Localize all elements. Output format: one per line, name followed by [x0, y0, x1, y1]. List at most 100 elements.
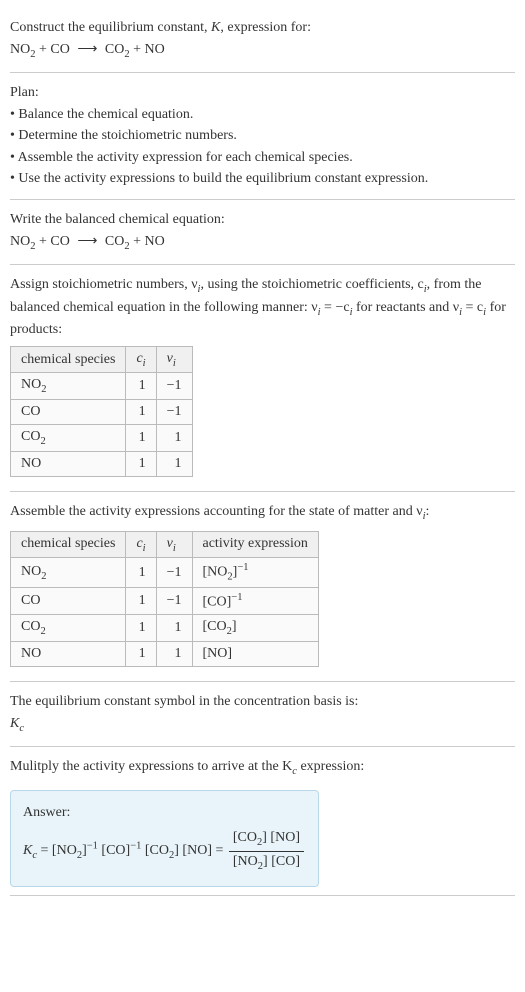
ao: [NO [203, 646, 228, 661]
balanced-heading: Write the balanced chemical equation: [10, 210, 515, 230]
cell-species: CO [11, 587, 126, 615]
cell-activity: [CO2] [192, 615, 318, 642]
cell-species: CO [11, 400, 126, 425]
cell-c: 1 [126, 452, 156, 477]
nao: [CO [233, 830, 257, 845]
product-1: CO [105, 42, 124, 57]
k-letter: K [10, 716, 19, 731]
vi-sub: i [173, 357, 176, 368]
cell-species: NO2 [11, 373, 126, 400]
plan-heading: Plan: [10, 83, 515, 103]
table-row: NO 1 1 [NO] [11, 642, 319, 667]
col-species: chemical species [11, 531, 126, 558]
cell-c: 1 [126, 558, 156, 587]
symbol-kc: Kc [10, 714, 515, 736]
table-header-row: chemical species ci νi activity expressi… [11, 531, 319, 558]
cell-activity: [NO] [192, 642, 318, 667]
ac: ] [227, 646, 232, 661]
stoich-table: chemical species ci νi NO2 1 −1 CO 1 −1 … [10, 346, 193, 477]
table-row: CO2 1 1 [11, 425, 193, 452]
plan-bullet-3: • Assemble the activity expression for e… [10, 148, 515, 168]
t4c: ] = [207, 844, 227, 859]
sp-sub: 2 [41, 384, 46, 395]
final-heading: Mulitply the activity expressions to arr… [10, 757, 515, 779]
cell-c: 1 [126, 425, 156, 452]
sp-sub: 2 [41, 570, 46, 581]
bal-plus-2: + [130, 234, 145, 249]
reactant-2: CO [50, 42, 69, 57]
sp: NO [21, 456, 41, 471]
cell-v: 1 [156, 615, 192, 642]
symbol-text: The equilibrium constant symbol in the c… [10, 692, 515, 712]
section-plan: Plan: • Balance the chemical equation. •… [10, 73, 515, 200]
reactant-1: NO [10, 42, 30, 57]
sp-sub: 2 [40, 626, 45, 637]
plus-2: + [130, 42, 145, 57]
sp: CO [21, 429, 40, 444]
dac: ] [263, 854, 271, 869]
balanced-equation: NO2 + CO ⟶ CO2 + NO [10, 232, 515, 254]
fh-post: expression: [297, 759, 364, 774]
t2o: [CO [98, 844, 126, 859]
stoich-t4: = −c [321, 300, 350, 315]
fraction: [CO2] [NO][NO2] [CO] [229, 828, 304, 874]
cell-v: −1 [156, 400, 192, 425]
answer-label: Answer: [23, 803, 306, 823]
bal-arrow-icon: ⟶ [77, 234, 97, 249]
stoich-t6: = c [462, 300, 483, 315]
activity-table: chemical species ci νi activity expressi… [10, 531, 319, 668]
sp: CO [21, 619, 40, 634]
product-2: NO [145, 42, 165, 57]
col-activity: activity expression [192, 531, 318, 558]
stoich-text: Assign stoichiometric numbers, νi, using… [10, 275, 515, 340]
ao: [CO [203, 619, 227, 634]
dbc: ] [295, 854, 300, 869]
k-sub: c [19, 723, 24, 734]
t3o: [CO [141, 844, 169, 859]
intro-line1-pre: Construct the equilibrium constant, [10, 20, 211, 35]
intro-text: Construct the equilibrium constant, K, e… [10, 18, 515, 38]
act-h-pre: Assemble the activity expressions accoun… [10, 504, 423, 519]
cell-c: 1 [126, 400, 156, 425]
col-ci: ci [126, 346, 156, 373]
section-activity: Assemble the activity expressions accoun… [10, 492, 515, 682]
vi-sub: i [173, 542, 176, 553]
ans-eq1: = [37, 844, 52, 859]
table-header-row: chemical species ci νi [11, 346, 193, 373]
stoich-t2: , using the stoichiometric coefficients,… [200, 277, 423, 292]
table-row: NO2 1 −1 [11, 373, 193, 400]
plus-1: + [35, 42, 50, 57]
col-vi: νi [156, 531, 192, 558]
plan-bullet-1: • Balance the chemical equation. [10, 105, 515, 125]
sp: NO [21, 564, 41, 579]
cell-c: 1 [126, 373, 156, 400]
plan-bullet-2: • Determine the stoichiometric numbers. [10, 126, 515, 146]
bal-product-2: NO [145, 234, 165, 249]
col-ci: ci [126, 531, 156, 558]
stoich-t5: for reactants and ν [352, 300, 459, 315]
cell-species: NO [11, 642, 126, 667]
ans-k: K [23, 844, 32, 859]
cell-species: NO [11, 452, 126, 477]
nbc: ] [295, 830, 300, 845]
intro-equation: NO2 + CO ⟶ CO2 + NO [10, 40, 515, 62]
answer-expression: Kc = [NO2]−1 [CO]−1 [CO2] [NO] = [CO2] [… [23, 828, 306, 874]
ao: [NO [203, 565, 228, 580]
activity-heading: Assemble the activity expressions accoun… [10, 502, 515, 524]
cell-c: 1 [126, 642, 156, 667]
nbo: [NO [270, 830, 295, 845]
table-row: CO2 1 1 [CO2] [11, 615, 319, 642]
section-intro: Construct the equilibrium constant, K, e… [10, 8, 515, 73]
stoich-t1: Assign stoichiometric numbers, ν [10, 277, 198, 292]
t1o: [NO [52, 844, 77, 859]
act-h-post: : [426, 504, 430, 519]
cell-v: −1 [156, 558, 192, 587]
plan-bullet-4: • Use the activity expressions to build … [10, 169, 515, 189]
ao: [CO [203, 594, 227, 609]
dao: [NO [233, 854, 258, 869]
cell-v: 1 [156, 452, 192, 477]
cell-species: NO2 [11, 558, 126, 587]
t1sup: −1 [87, 841, 98, 852]
t2sup: −1 [130, 841, 141, 852]
k-symbol: K [211, 20, 220, 35]
